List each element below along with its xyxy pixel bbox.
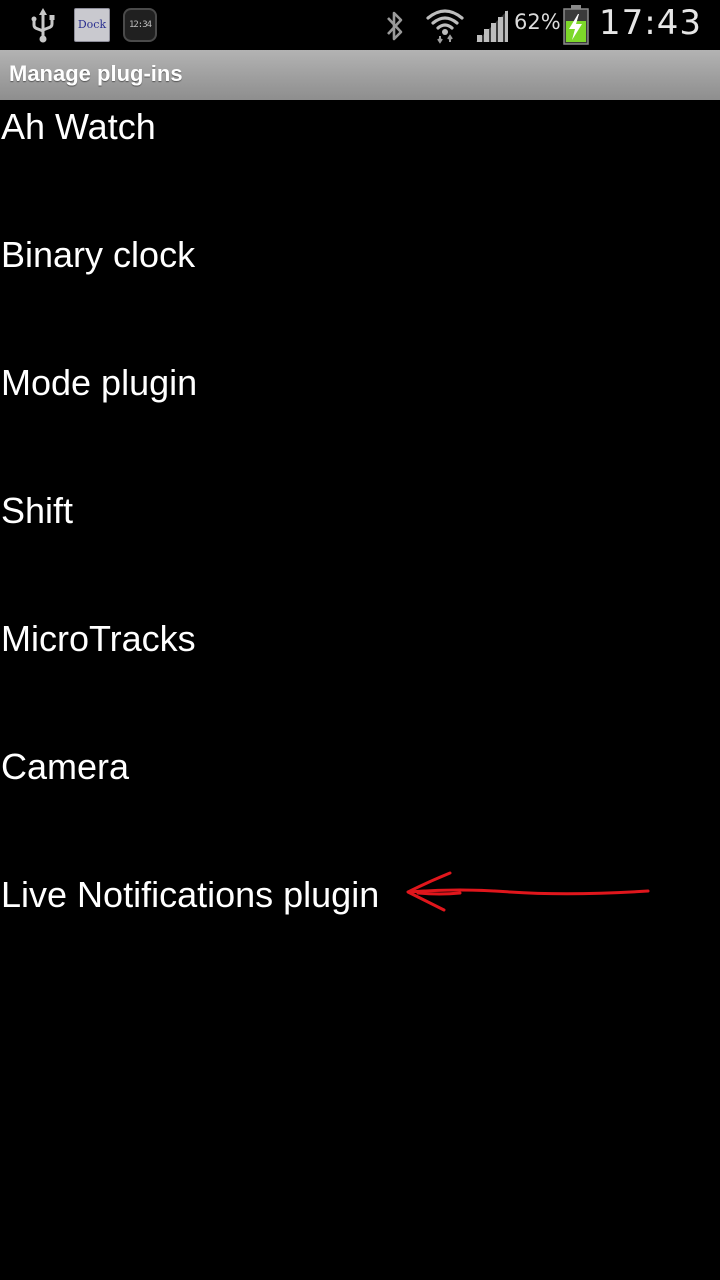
plugin-item-binary-clock[interactable]: Binary clock xyxy=(0,228,720,356)
plugin-item-label: MicroTracks xyxy=(1,618,196,659)
title-bar: Manage plug-ins xyxy=(0,50,720,100)
plugin-item-camera[interactable]: Camera xyxy=(0,740,720,868)
plugin-item-ah-watch[interactable]: Ah Watch xyxy=(0,100,720,228)
status-bar: Dock 12:34 62% 17:43 xyxy=(0,0,720,50)
plugin-item-label: Mode plugin xyxy=(1,362,198,403)
clock-widget-icon: 12:34 xyxy=(123,8,157,42)
battery-percentage: 62% xyxy=(514,10,561,34)
plugin-item-label: Camera xyxy=(1,746,130,787)
plugin-list: Ah Watch Binary clock Mode plugin Shift … xyxy=(0,100,720,996)
plugin-item-shift[interactable]: Shift xyxy=(0,484,720,612)
plugin-item-label: Ah Watch xyxy=(1,106,156,147)
plugin-item-microtracks[interactable]: MicroTracks xyxy=(0,612,720,740)
wifi-icon xyxy=(426,9,464,44)
usb-icon xyxy=(31,8,55,43)
dock-app-icon: Dock xyxy=(74,8,110,42)
signal-icon xyxy=(476,10,508,42)
plugin-item-mode-plugin[interactable]: Mode plugin xyxy=(0,356,720,484)
plugin-item-label: Binary clock xyxy=(1,234,196,275)
plugin-item-label: Shift xyxy=(1,490,74,531)
page-title: Manage plug-ins xyxy=(9,61,183,86)
battery-charging-icon xyxy=(563,5,589,45)
annotation-arrow-icon xyxy=(406,871,650,912)
bluetooth-icon xyxy=(387,11,403,41)
status-time: 17:43 xyxy=(599,3,702,43)
